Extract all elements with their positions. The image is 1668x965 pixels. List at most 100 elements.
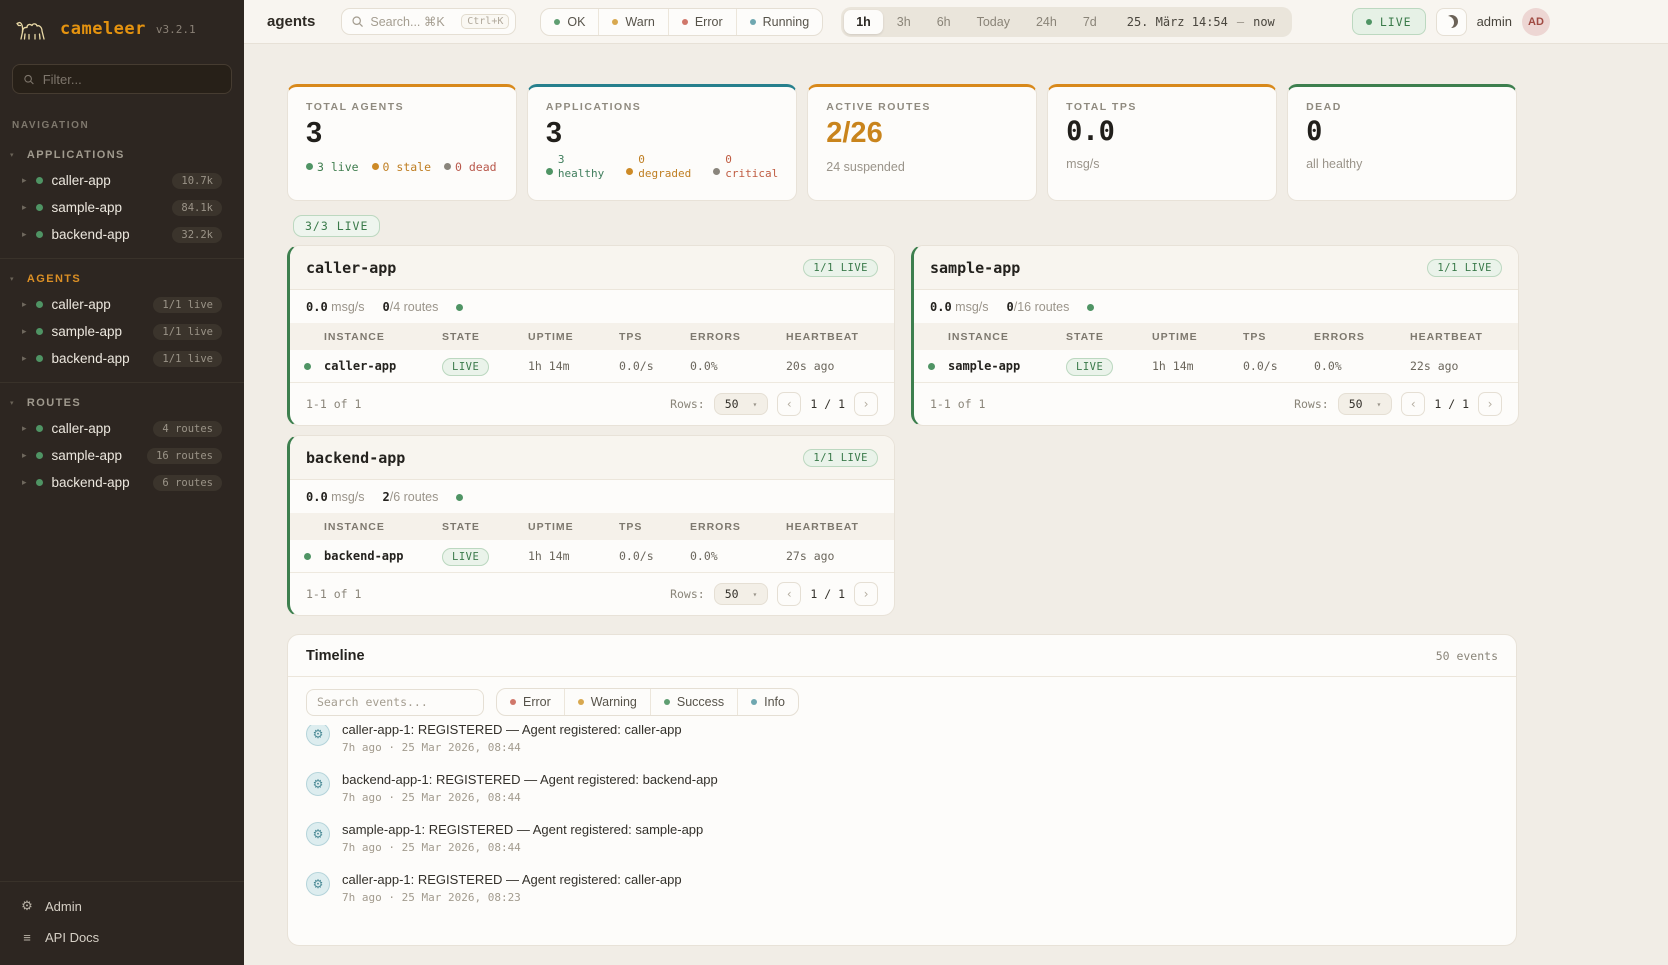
timeline-event[interactable]: ⚙ caller-app-1: REGISTERED — Agent regis…	[306, 863, 1498, 913]
time-range-7d[interactable]: 7d	[1071, 10, 1109, 34]
stat-value: 3	[306, 116, 498, 151]
page-indicator: 1 / 1	[810, 397, 845, 411]
overview-live-badge: 3/3 LIVE	[293, 215, 380, 237]
table-row[interactable]: caller-app LIVE 1h 14m 0.0/s 0.0% 20s ag…	[290, 350, 894, 383]
section-header-agents[interactable]: ▾ AGENTS	[0, 269, 244, 291]
sidebar-item-agents-sample-app[interactable]: ▸ sample-app 1/1 live	[0, 318, 244, 345]
timeline-search[interactable]	[306, 689, 484, 716]
next-page-button[interactable]: ›	[1478, 392, 1502, 416]
next-page-button[interactable]: ›	[854, 582, 878, 606]
prev-page-button[interactable]: ‹	[777, 582, 801, 606]
table-row[interactable]: sample-app LIVE 1h 14m 0.0/s 0.0% 22s ag…	[914, 350, 1518, 383]
app-card-title[interactable]: backend-app	[306, 449, 405, 467]
sidebar-item-applications-backend-app[interactable]: ▸ backend-app 32.2k	[0, 221, 244, 248]
time-range-24h[interactable]: 24h	[1024, 10, 1069, 34]
sidebar-filter-input[interactable]	[43, 72, 221, 87]
chevron-down-icon: ▾	[753, 400, 758, 409]
filter-running[interactable]: Running	[737, 9, 823, 35]
section-header-routes[interactable]: ▾ ROUTES	[0, 393, 244, 415]
stats-row: TOTAL AGENTS 3 3 live 0 stale 0 dead APP…	[287, 84, 1517, 201]
rows-per-page-select[interactable]: 50▾	[714, 393, 769, 415]
time-range-group: 1h 3h 6h Today 24h 7d 25. März 14:54 — n…	[841, 7, 1292, 37]
logo-row: cameleer v3.2.1	[0, 0, 244, 56]
page-indicator: 1 / 1	[810, 587, 845, 601]
table-header: INSTANCE STATE UPTIME TPS ERRORS HEARTBE…	[290, 323, 894, 350]
sidebar-item-routes-backend-app[interactable]: ▸ backend-app 6 routes	[0, 469, 244, 496]
sidebar-item-routes-caller-app[interactable]: ▸ caller-app 4 routes	[0, 415, 244, 442]
global-search-input[interactable]	[370, 15, 455, 29]
stat-label: TOTAL AGENTS	[306, 101, 498, 113]
collapse-caret-icon: ▾	[10, 399, 15, 407]
avatar[interactable]: AD	[1522, 8, 1550, 36]
page-indicator: 1 / 1	[1434, 397, 1469, 411]
time-range-1h[interactable]: 1h	[844, 10, 883, 34]
sidebar-item-routes-sample-app[interactable]: ▸ sample-app 16 routes	[0, 442, 244, 469]
chevron-right-icon: ›	[862, 587, 869, 601]
filter-info[interactable]: Info	[738, 689, 798, 715]
filter-success[interactable]: Success	[651, 689, 738, 715]
rows-label: Rows:	[1294, 397, 1329, 411]
gear-icon: ⚙	[20, 898, 34, 914]
sidebar-item-admin[interactable]: ⚙ Admin	[0, 890, 244, 922]
stat-value: 3	[546, 116, 778, 151]
sidebar: cameleer v3.2.1 NAVIGATION ▾ APPLICATION…	[0, 0, 244, 965]
collapse-caret-icon: ▾	[10, 275, 15, 283]
time-range-today[interactable]: Today	[965, 10, 1022, 34]
filter-error[interactable]: Error	[497, 689, 565, 715]
sidebar-filter[interactable]	[12, 64, 232, 94]
timeline-event[interactable]: ⚙ backend-app-1: REGISTERED — Agent regi…	[306, 763, 1498, 813]
theme-toggle-button[interactable]	[1436, 8, 1467, 36]
running-dot	[750, 19, 756, 25]
degraded-dot	[626, 168, 633, 175]
table-row[interactable]: backend-app LIVE 1h 14m 0.0/s 0.0% 27s a…	[290, 540, 894, 573]
sidebar-item-applications-sample-app[interactable]: ▸ sample-app 84.1k	[0, 194, 244, 221]
app-card-title[interactable]: sample-app	[930, 259, 1020, 277]
timeline-header: Timeline 50 events	[288, 635, 1516, 677]
collapse-caret-icon: ▾	[10, 151, 15, 159]
app-card-title[interactable]: caller-app	[306, 259, 396, 277]
stat-subtext: msg/s	[1066, 157, 1258, 171]
live-toggle-badge[interactable]: LIVE	[1352, 8, 1426, 35]
app-card-backend-app: backend-app 1/1 LIVE 0.0 msg/s 2/6 route…	[287, 435, 895, 616]
nav-label: NAVIGATION	[0, 94, 244, 135]
sidebar-item-applications-caller-app[interactable]: ▸ caller-app 10.7k	[0, 167, 244, 194]
chevron-right-icon: ▸	[22, 202, 27, 213]
count-badge: 84.1k	[172, 200, 222, 216]
filter-warning[interactable]: Warning	[565, 689, 651, 715]
status-dot	[36, 425, 43, 432]
chevron-right-icon: ▸	[22, 353, 27, 364]
timeline-event[interactable]: ⚙ caller-app-1: REGISTERED — Agent regis…	[306, 725, 1498, 763]
date-range-display[interactable]: 25. März 14:54 — now	[1111, 15, 1289, 29]
filter-warn[interactable]: Warn	[599, 9, 668, 35]
time-range-3h[interactable]: 3h	[885, 10, 923, 34]
time-range-6h[interactable]: 6h	[925, 10, 963, 34]
app-card-stats: 0.0 msg/s 0/4 routes	[290, 290, 894, 323]
agent-gear-icon: ⚙	[306, 725, 330, 746]
sidebar-item-api-docs[interactable]: ≡ API Docs	[0, 922, 244, 953]
agent-gear-icon: ⚙	[306, 872, 330, 896]
app-card-caller-app: caller-app 1/1 LIVE 0.0 msg/s 0/4 routes…	[287, 245, 895, 426]
status-filter-group: OK Warn Error Running	[540, 8, 823, 36]
filter-error[interactable]: Error	[669, 9, 737, 35]
sidebar-item-agents-caller-app[interactable]: ▸ caller-app 1/1 live	[0, 291, 244, 318]
filter-ok[interactable]: OK	[541, 9, 599, 35]
next-page-button[interactable]: ›	[854, 392, 878, 416]
error-dot	[682, 19, 688, 25]
global-search[interactable]: Ctrl+K	[341, 8, 516, 35]
rows-per-page-select[interactable]: 50▾	[714, 583, 769, 605]
sidebar-item-agents-backend-app[interactable]: ▸ backend-app 1/1 live	[0, 345, 244, 372]
section-header-applications[interactable]: ▾ APPLICATIONS	[0, 145, 244, 167]
timeline-event[interactable]: ⚙ sample-app-1: REGISTERED — Agent regis…	[306, 813, 1498, 863]
status-dot	[36, 231, 43, 238]
timeline-search-input[interactable]	[317, 695, 473, 709]
prev-page-button[interactable]: ‹	[777, 392, 801, 416]
instance-live-dot	[928, 363, 935, 370]
prev-page-button[interactable]: ‹	[1401, 392, 1425, 416]
docs-list-icon: ≡	[20, 930, 34, 945]
timeline-card: Timeline 50 events Error Warning Success…	[287, 634, 1517, 946]
stat-card-applications: APPLICATIONS 3 3healthy 0degraded 0criti…	[527, 84, 797, 201]
info-dot	[751, 699, 757, 705]
app-version: v3.2.1	[156, 23, 196, 36]
chevron-right-icon: ▸	[22, 229, 27, 240]
rows-per-page-select[interactable]: 50▾	[1338, 393, 1393, 415]
